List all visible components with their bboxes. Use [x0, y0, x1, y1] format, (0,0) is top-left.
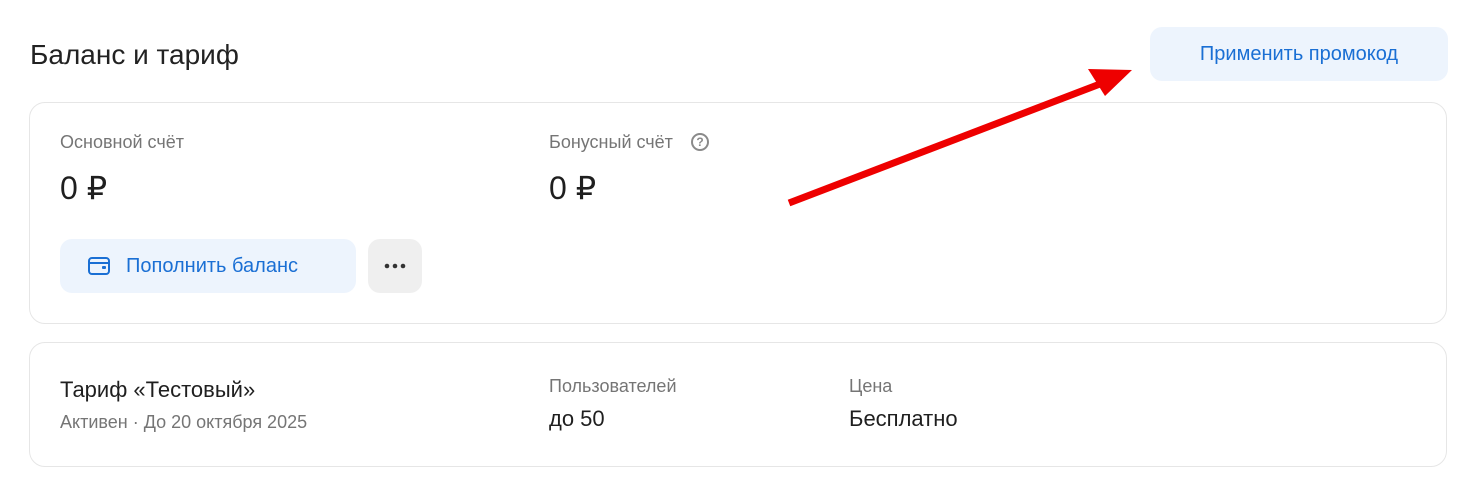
main-account-label: Основной счёт [60, 132, 184, 152]
apply-promocode-button[interactable]: Применить промокод [1150, 27, 1448, 81]
more-horizontal-icon [384, 263, 406, 269]
bonus-account-label: Бонусный счёт [549, 132, 673, 152]
top-up-balance-label: Пополнить баланс [126, 255, 298, 277]
users-value: до 50 [549, 406, 605, 431]
tariff-card: Тариф «Тестовый» Активен · До 20 октября… [29, 342, 1447, 467]
price-label: Цена [849, 376, 893, 396]
bonus-account-amount: 0 ₽ [549, 170, 597, 206]
main-account-amount: 0 ₽ [60, 170, 108, 206]
tariff-title: Тариф «Тестовый» [60, 377, 256, 402]
tariff-status: Активен · До 20 октября 2025 [60, 412, 308, 432]
page-title: Баланс и тариф [30, 39, 239, 70]
question-circle-icon[interactable]: ? [691, 133, 709, 151]
users-label: Пользователей [549, 376, 677, 396]
balance-card: Основной счёт 0 ₽ Бонусный счёт ? 0 ₽ По… [29, 102, 1447, 324]
top-up-balance-button[interactable]: Пополнить баланс [60, 239, 356, 293]
price-value: Бесплатно [849, 406, 958, 431]
billing-page: Баланс и тариф Применить промокод Основн… [0, 0, 1466, 499]
more-actions-button[interactable] [368, 239, 422, 293]
wallet-icon [88, 257, 110, 275]
